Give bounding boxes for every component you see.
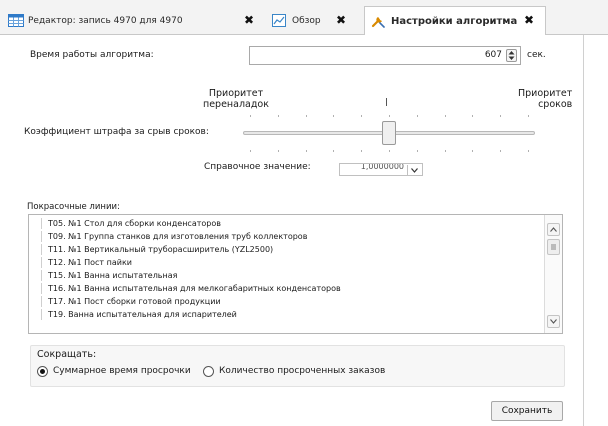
list-item[interactable]: T12. №1 Пост пайки [29,257,544,268]
tab-overview[interactable]: Обзор [266,6,327,35]
slider-tick [389,150,390,152]
radio-total-overdue-time-label[interactable]: Суммарное время просрочки [53,366,191,376]
slider-tick [500,150,501,152]
reference-value: 1,0000000 [360,163,404,171]
reference-dropdown-button[interactable] [407,165,421,175]
reference-field[interactable]: 1,0000000 [339,163,423,176]
radio-overdue-orders-count-label[interactable]: Количество просроченных заказов [219,366,385,376]
slider-tick [278,150,279,152]
wrench-icon [371,14,387,28]
slider-tick [333,115,334,117]
reference-label: Справочное значение: [204,162,311,172]
list-item[interactable]: T15. №1 Ванна испытательная [29,270,544,281]
line-checkbox[interactable] [32,218,42,229]
lines-listbox[interactable]: T05. №1 Стол для сборки конденсаторов T0… [28,214,563,334]
penalty-label: Коэффициент штрафа за срыв сроков: [24,127,209,137]
chevron-down-icon [550,319,557,324]
slider-tick [528,150,529,152]
line-checkbox[interactable] [32,270,42,281]
radio-overdue-orders-count[interactable] [203,366,214,377]
slider-tick [417,115,418,117]
close-tab-overview-icon[interactable]: ✖ [336,13,346,27]
runtime-input[interactable]: 607 [249,46,521,65]
tab-algorithm-settings-label: Настройки алгоритма [391,15,518,27]
line-label: T16. №1 Ванна испытательная для мелкогаб… [48,284,341,293]
slider-tick [528,115,529,117]
slider-tick [500,115,501,117]
scroll-thumb[interactable] [547,239,560,255]
line-label: T09. №1 Группа станков для изготовления … [48,232,308,241]
line-checkbox[interactable] [32,257,42,268]
priority-changeover-label: Приоритет переналадок [203,88,269,110]
scroll-down-button[interactable] [547,315,560,328]
runtime-spinner[interactable] [506,49,517,62]
line-label: T17. №1 Пост сборки готовой продукции [48,297,221,306]
slider-tick [445,150,446,152]
slider-tick [250,150,251,152]
runtime-label: Время работы алгоритма: [30,50,154,60]
close-tab-algorithm-settings-icon[interactable]: ✖ [524,13,534,27]
list-item[interactable]: T09. №1 Группа станков для изготовления … [29,231,544,242]
radio-total-overdue-time[interactable] [37,366,48,377]
reduce-group: Сокращать: Суммарное время просрочки Кол… [30,345,565,387]
line-label: T05. №1 Стол для сборки конденсаторов [48,219,221,228]
slider-tick [333,150,334,152]
grip-icon [551,244,556,250]
slider-tick [278,115,279,117]
slider-tick [361,115,362,117]
slider-tick [250,115,251,117]
reduce-label: Сокращать: [37,349,97,360]
list-item[interactable]: T11. №1 Вертикальный труборасширитель (Y… [29,244,544,255]
list-item[interactable]: T16. №1 Ванна испытательная для мелкогаб… [29,283,544,294]
line-checkbox[interactable] [32,296,42,307]
runtime-value: 607 [484,50,502,60]
grid-icon [8,13,24,28]
spinner-arrows-icon [508,51,515,60]
scroll-up-button[interactable] [547,223,560,236]
slider-tick [306,115,307,117]
slider-tick [389,115,390,117]
list-item[interactable]: T05. №1 Стол для сборки конденсаторов [29,218,544,229]
line-checkbox[interactable] [32,309,42,320]
slider-tick [361,150,362,152]
list-item[interactable]: T19. Ванна испытательная для испарителей [29,309,544,320]
tab-editor[interactable]: Редактор: запись 4970 для 4970 [2,6,189,35]
line-checkbox[interactable] [32,283,42,294]
tab-algorithm-settings[interactable]: Настройки алгоритма [364,6,546,36]
priority-deadlines-label: Приоритет сроков [518,88,573,110]
chevron-down-icon [411,167,418,173]
chart-icon [272,13,288,28]
tab-bar: Редактор: запись 4970 для 4970 ✖ Обзор ✖… [0,0,608,36]
line-checkbox[interactable] [32,231,42,242]
slider-tick [472,115,473,117]
list-item[interactable]: T17. №1 Пост сборки готовой продукции [29,296,544,307]
line-checkbox[interactable] [32,244,42,255]
line-label: T15. №1 Ванна испытательная [48,271,178,280]
lines-scrollbar[interactable] [544,215,562,333]
tab-overview-label: Обзор [292,15,321,26]
slider-center-mark [386,98,387,106]
slider-tick [417,150,418,152]
line-label: T12. №1 Пост пайки [48,258,132,267]
runtime-unit: сек. [527,50,546,60]
lines-label: Покрасочные линии: [27,202,120,212]
close-tab-editor-icon[interactable]: ✖ [244,13,254,27]
save-button[interactable]: Сохранить [491,401,563,421]
chevron-up-icon [550,227,557,232]
penalty-slider-thumb[interactable] [382,121,396,145]
tab-editor-label: Редактор: запись 4970 для 4970 [28,15,183,26]
slider-tick [472,150,473,152]
slider-tick [445,115,446,117]
line-label: T11. №1 Вертикальный труборасширитель (Y… [48,245,274,254]
slider-tick [306,150,307,152]
line-label: T19. Ванна испытательная для испарителей [48,310,237,319]
